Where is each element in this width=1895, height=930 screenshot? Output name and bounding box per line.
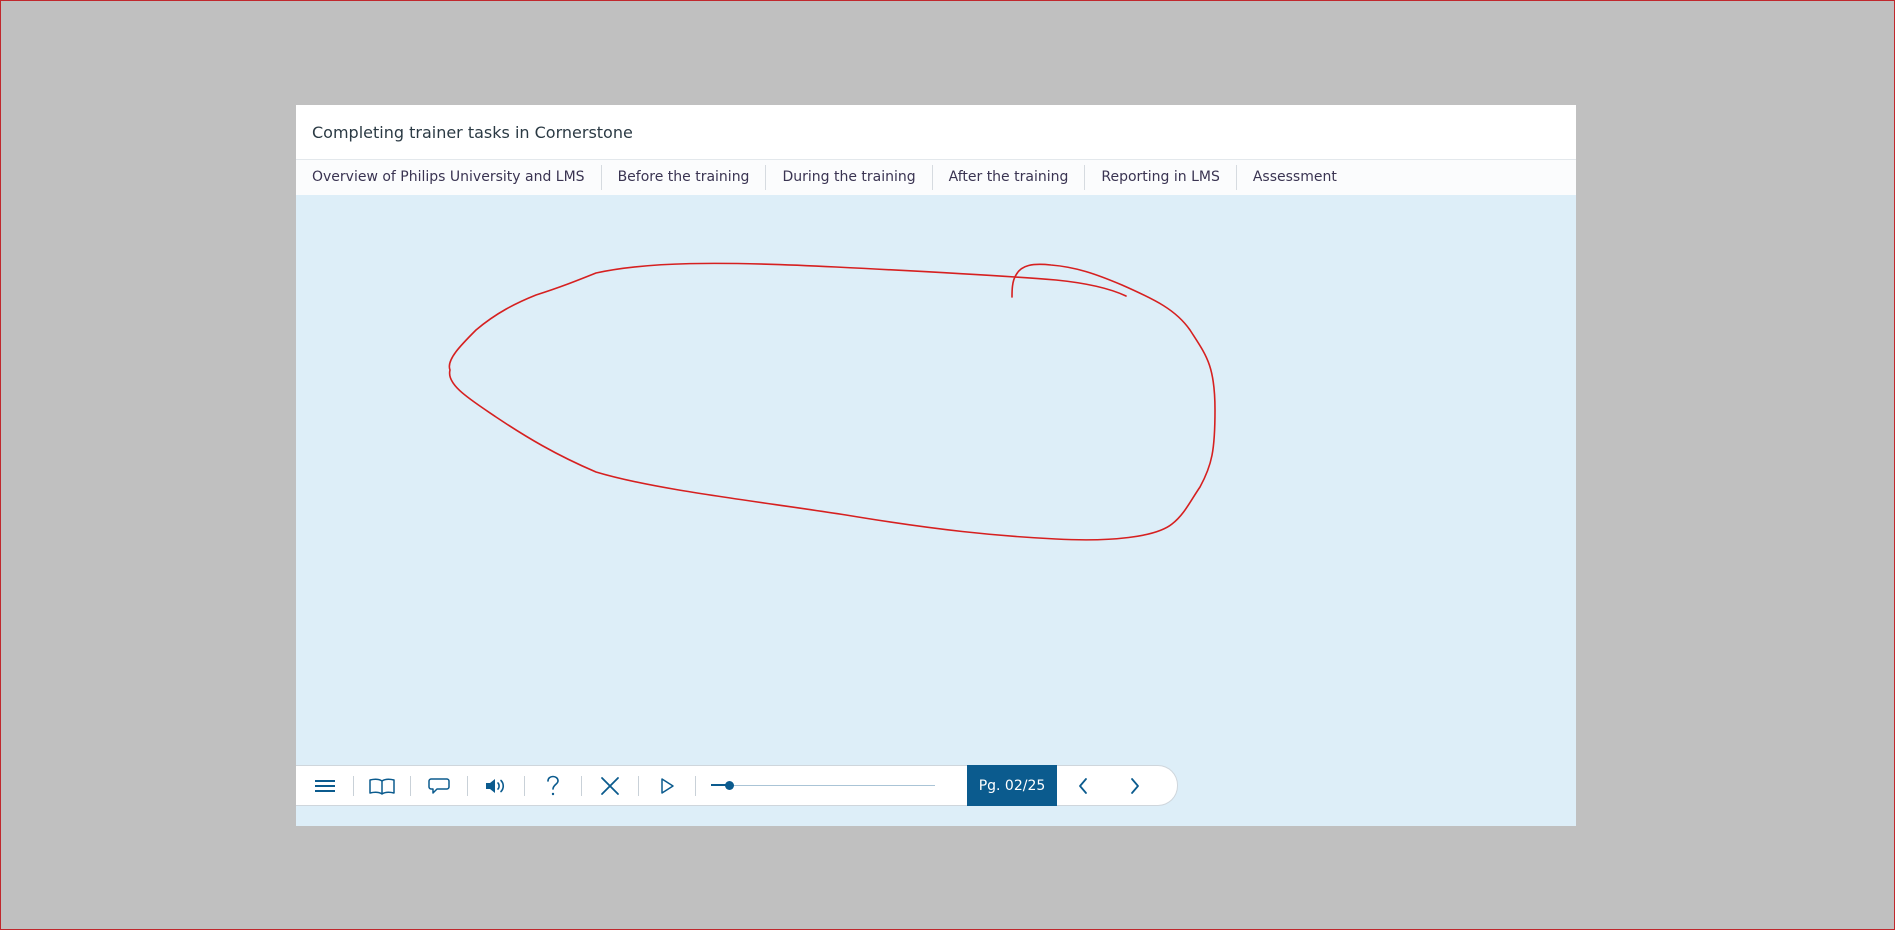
- course-player-window: Completing trainer tasks in Cornerstone …: [296, 105, 1576, 826]
- glossary-button[interactable]: [353, 765, 410, 806]
- close-icon: [600, 776, 619, 795]
- play-icon: [660, 777, 674, 794]
- chevron-right-icon: [1131, 777, 1139, 794]
- freehand-annotation: [448, 262, 1216, 541]
- progress-slider[interactable]: [695, 765, 967, 806]
- volume-icon: [485, 778, 504, 793]
- slide-content: [296, 195, 1576, 826]
- nav-item-reporting[interactable]: Reporting in LMS: [1084, 165, 1236, 190]
- progress-thumb[interactable]: [724, 781, 734, 790]
- menu-icon: [314, 779, 335, 792]
- volume-button[interactable]: [467, 765, 524, 806]
- book-icon: [368, 778, 395, 795]
- progress-track: [711, 781, 935, 790]
- course-title: Completing trainer tasks in Cornerstone: [312, 123, 633, 142]
- course-nav: Overview of Philips University and LMS B…: [296, 160, 1576, 195]
- nav-item-overview[interactable]: Overview of Philips University and LMS: [296, 165, 601, 190]
- chevron-left-icon: [1079, 777, 1087, 794]
- play-button[interactable]: [638, 765, 695, 806]
- help-button[interactable]: [524, 765, 581, 806]
- player-control-bar: Pg. 02/25: [296, 765, 1178, 806]
- menu-button[interactable]: [296, 765, 353, 806]
- nav-item-assessment[interactable]: Assessment: [1235, 165, 1353, 190]
- annotation-stroke: [448, 262, 1216, 541]
- course-header: Completing trainer tasks in Cornerstone: [296, 105, 1576, 160]
- previous-page-button[interactable]: [1057, 765, 1109, 806]
- next-page-button[interactable]: [1109, 765, 1161, 806]
- page-indicator: Pg. 02/25: [967, 765, 1057, 806]
- help-icon: [546, 775, 559, 795]
- speech-bubble-icon: [427, 777, 450, 794]
- nav-item-during-training[interactable]: During the training: [765, 165, 931, 190]
- transcript-button[interactable]: [410, 765, 467, 806]
- exit-button[interactable]: [581, 765, 638, 806]
- nav-item-before-training[interactable]: Before the training: [600, 165, 766, 190]
- nav-item-after-training[interactable]: After the training: [931, 165, 1085, 190]
